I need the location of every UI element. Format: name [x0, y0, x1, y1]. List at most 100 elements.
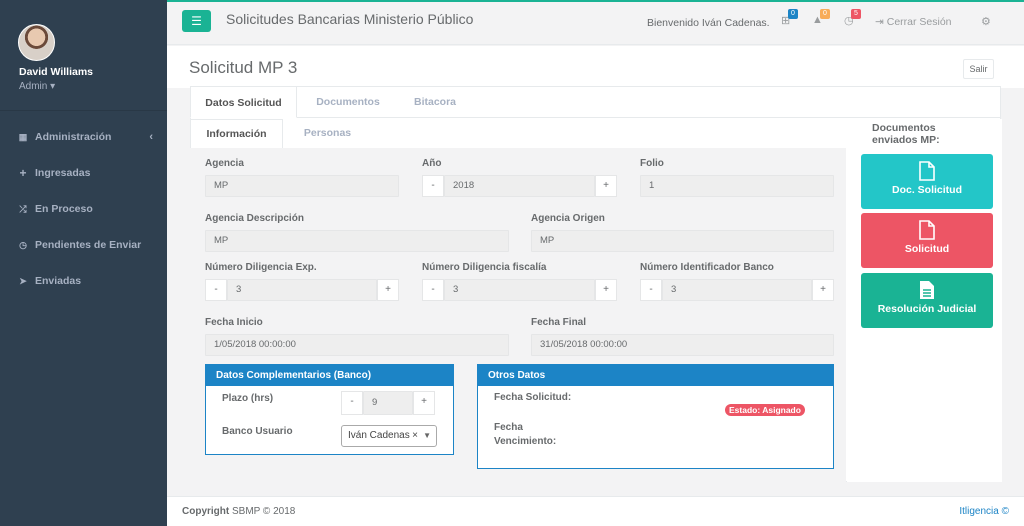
agencia-descripcion-field[interactable]: MP	[205, 230, 509, 252]
documentos-enviados-section: Documentos enviados MP: Doc. Solicitud S…	[847, 119, 1002, 482]
clear-icon[interactable]: ×	[412, 426, 418, 446]
sidebar-item-en-proceso[interactable]: ⤮ En Proceso	[0, 191, 167, 227]
user-role-dropdown[interactable]: Admin ▾	[19, 81, 55, 92]
sidebar-item-label: Pendientes de Enviar	[35, 239, 142, 251]
plus-icon: +	[19, 166, 27, 180]
anio-field[interactable]: 2018	[444, 175, 595, 197]
otros-datos-panel: Otros Datos	[477, 364, 834, 469]
clock-icon: ◷	[19, 239, 27, 250]
num-diligencia-fiscalia-plus[interactable]: +	[595, 279, 617, 301]
fecha-inicio-label: Fecha Inicio	[205, 317, 263, 328]
grid-icon: ▦	[18, 131, 28, 142]
plazo-minus-button[interactable]: -	[341, 391, 363, 415]
tab-informacion[interactable]: Información	[190, 119, 283, 149]
num-diligencia-exp-plus[interactable]: +	[377, 279, 399, 301]
fecha-vencimiento-label-line2: Vencimiento:	[494, 436, 557, 447]
welcome-text: Bienvenido Iván Cadenas.	[647, 17, 770, 29]
anio-plus-button[interactable]: +	[595, 175, 617, 197]
footer-brand-link[interactable]: Itligencia ©	[959, 506, 1009, 517]
folio-label: Folio	[640, 158, 664, 169]
sidebar-item-enviadas[interactable]: ➤ Enviadas	[0, 263, 167, 299]
tab-bitacora[interactable]: Bitacora	[400, 86, 470, 118]
avatar[interactable]	[18, 24, 55, 61]
chevron-left-icon: ‹	[149, 131, 153, 143]
sidebar-item-pendientes[interactable]: ◷ Pendientes de Enviar	[0, 227, 167, 263]
num-identificador-banco-plus[interactable]: +	[812, 279, 834, 301]
fecha-vencimiento-label-line1: Fecha	[494, 422, 523, 433]
folio-field[interactable]: 1	[640, 175, 834, 197]
anio-label: Año	[422, 158, 442, 169]
num-identificador-banco-label: Número Identificador Banco	[640, 262, 774, 273]
file-icon	[919, 161, 935, 181]
sidebar-item-ingresadas[interactable]: + Ingresadas	[0, 155, 167, 191]
num-diligencia-fiscalia-minus[interactable]: -	[422, 279, 444, 301]
fecha-final-label: Fecha Final	[531, 317, 587, 328]
anio-minus-button[interactable]: -	[422, 175, 444, 197]
agencia-field[interactable]: MP	[205, 175, 399, 197]
sidebar-item-administracion[interactable]: ▦ Administración ‹	[0, 119, 167, 155]
tab-documentos[interactable]: Documentos	[302, 86, 394, 118]
banco-usuario-select[interactable]: Iván Cadenas × ▼	[341, 425, 437, 447]
agencia-label: Agencia	[205, 158, 244, 169]
exit-button[interactable]: Salir	[963, 59, 994, 79]
datos-complementarios-title: Datos Complementarios (Banco)	[206, 365, 453, 386]
sidebar-nav: ▦ Administración ‹ + Ingresadas ⤮ En Pro…	[0, 110, 167, 526]
sub-tabs: Información Personas	[190, 119, 846, 149]
notification-badge-clock: 5	[851, 9, 861, 19]
top-accent-line	[167, 0, 1024, 2]
resolucion-judicial-label: Resolución Judicial	[877, 303, 977, 315]
notification-badge-warning: 0	[820, 9, 830, 19]
agencia-origen-field[interactable]: MP	[531, 230, 834, 252]
shuffle-icon: ⤮	[19, 203, 27, 214]
docs-title-line2: enviados MP:	[872, 134, 940, 146]
sidebar-item-label: Enviadas	[35, 275, 82, 287]
resolucion-judicial-button[interactable]: Resolución Judicial	[861, 273, 993, 328]
chevron-down-icon: ▼	[423, 431, 431, 440]
main-tabs: Datos Solicitud Documentos Bitacora	[190, 86, 1001, 118]
agencia-descripcion-label: Agencia Descripción	[205, 213, 304, 224]
num-diligencia-fiscalia-field[interactable]: 3	[444, 279, 595, 301]
tab-personas[interactable]: Personas	[290, 119, 365, 149]
sidebar-item-label: En Proceso	[35, 203, 93, 215]
fecha-inicio-field[interactable]: 1/05/2018 00:00:00	[205, 334, 509, 356]
num-diligencia-exp-field[interactable]: 3	[227, 279, 377, 301]
send-icon: ➤	[19, 275, 27, 286]
page-heading: Solicitud MP 3 Salir	[167, 46, 1024, 88]
num-identificador-banco-field[interactable]: 3	[662, 279, 812, 301]
doc-solicitud-button[interactable]: Doc. Solicitud	[861, 154, 993, 209]
sidebar: David Williams Admin ▾ ▦ Administración …	[0, 0, 167, 526]
copyright-text: Copyright SBMP © 2018	[182, 506, 295, 517]
num-identificador-banco-minus[interactable]: -	[640, 279, 662, 301]
menu-toggle-button[interactable]: ☰	[182, 10, 211, 32]
num-diligencia-exp-label: Número Diligencia Exp.	[205, 262, 317, 273]
settings-cogs-icon[interactable]: ⚙	[981, 15, 991, 28]
file-text-icon	[920, 281, 934, 299]
hamburger-icon: ☰	[191, 14, 202, 28]
fecha-final-field[interactable]: 31/05/2018 00:00:00	[531, 334, 834, 356]
copyright-bold: Copyright	[182, 506, 230, 517]
file-icon	[919, 220, 935, 240]
topbar: ☰ Solicitudes Bancarias Ministerio Públi…	[167, 0, 1024, 45]
page-title: Solicitud MP 3	[189, 58, 298, 77]
otros-datos-title: Otros Datos	[478, 365, 833, 386]
app-title: Solicitudes Bancarias Ministerio Público	[226, 11, 474, 27]
sidebar-item-label: Ingresadas	[35, 167, 91, 179]
plazo-plus-button[interactable]: +	[413, 391, 435, 415]
doc-solicitud-label: Doc. Solicitud	[891, 184, 962, 196]
logout-link[interactable]: ⇥ Cerrar Sesión	[875, 16, 952, 28]
solicitud-button[interactable]: Solicitud	[861, 213, 993, 268]
plazo-field[interactable]: 9	[363, 391, 413, 415]
sidebar-item-label: Administración	[35, 131, 112, 143]
solicitud-label: Solicitud	[904, 243, 950, 255]
banco-usuario-label: Banco Usuario	[222, 426, 293, 437]
plazo-label: Plazo (hrs)	[222, 393, 274, 404]
estado-badge: Estado: Asignado	[725, 404, 805, 416]
num-diligencia-exp-minus[interactable]: -	[205, 279, 227, 301]
copyright-rest: SBMP © 2018	[229, 506, 296, 517]
fecha-solicitud-label: Fecha Solicitud:	[494, 392, 572, 403]
user-name[interactable]: David Williams	[19, 66, 93, 78]
agencia-origen-label: Agencia Origen	[531, 213, 605, 224]
logout-label: Cerrar Sesión	[886, 16, 952, 28]
sign-out-icon: ⇥	[875, 16, 884, 28]
tab-datos-solicitud[interactable]: Datos Solicitud	[190, 86, 297, 118]
